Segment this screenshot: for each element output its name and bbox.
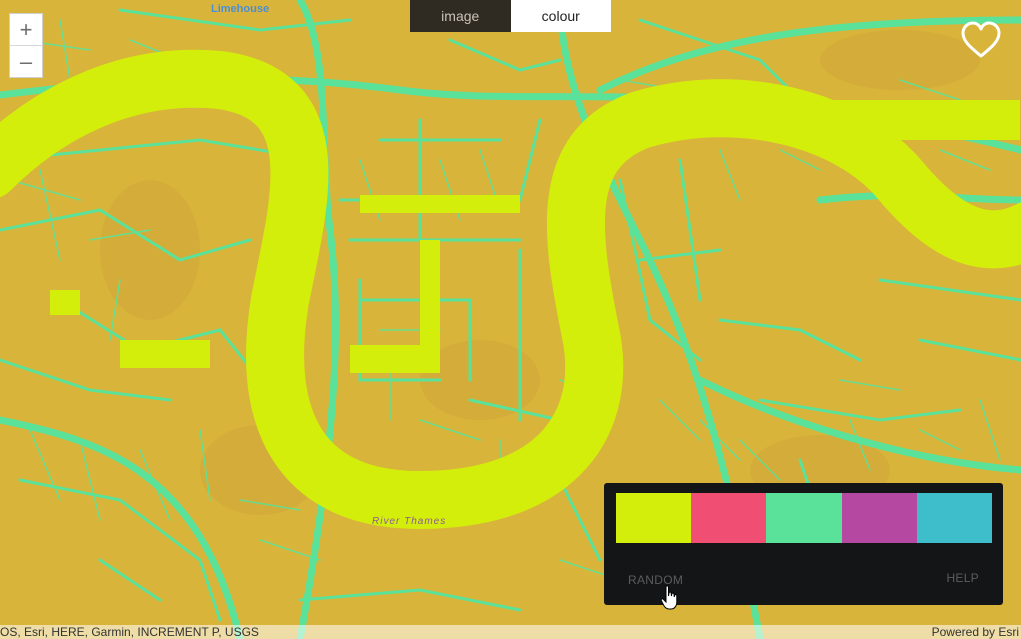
image-mode-button[interactable]: image <box>410 0 511 32</box>
zoom-out-button[interactable]: – <box>10 46 42 77</box>
plus-icon: + <box>19 16 33 42</box>
swatch-5[interactable] <box>916 493 993 543</box>
swatch-2[interactable] <box>691 493 767 543</box>
swatch-3[interactable] <box>766 493 842 543</box>
attribution-sources[interactable]: OS, Esri, HERE, Garmin, INCREMENT P, USG… <box>0 625 259 639</box>
swatch-1[interactable] <box>616 493 692 543</box>
colour-mode-button[interactable]: colour <box>510 0 611 32</box>
map-label-river-thames: River Thames <box>372 516 447 527</box>
palette-swatches <box>616 493 993 543</box>
zoom-control: + – <box>9 13 43 78</box>
map-label-limehouse: Limehouse <box>211 3 270 15</box>
heart-outline-icon[interactable] <box>960 20 1002 60</box>
help-button[interactable]: HELP <box>946 571 979 585</box>
attribution-bar: OS, Esri, HERE, Garmin, INCREMENT P, USG… <box>0 625 1021 639</box>
hand-pointer-icon <box>660 585 678 610</box>
minus-icon: – <box>19 48 33 74</box>
zoom-in-button[interactable]: + <box>10 14 42 46</box>
mode-toggle: image colour <box>410 0 611 32</box>
swatch-4[interactable] <box>841 493 917 543</box>
powered-by-esri[interactable]: Powered by Esri <box>932 625 1019 639</box>
